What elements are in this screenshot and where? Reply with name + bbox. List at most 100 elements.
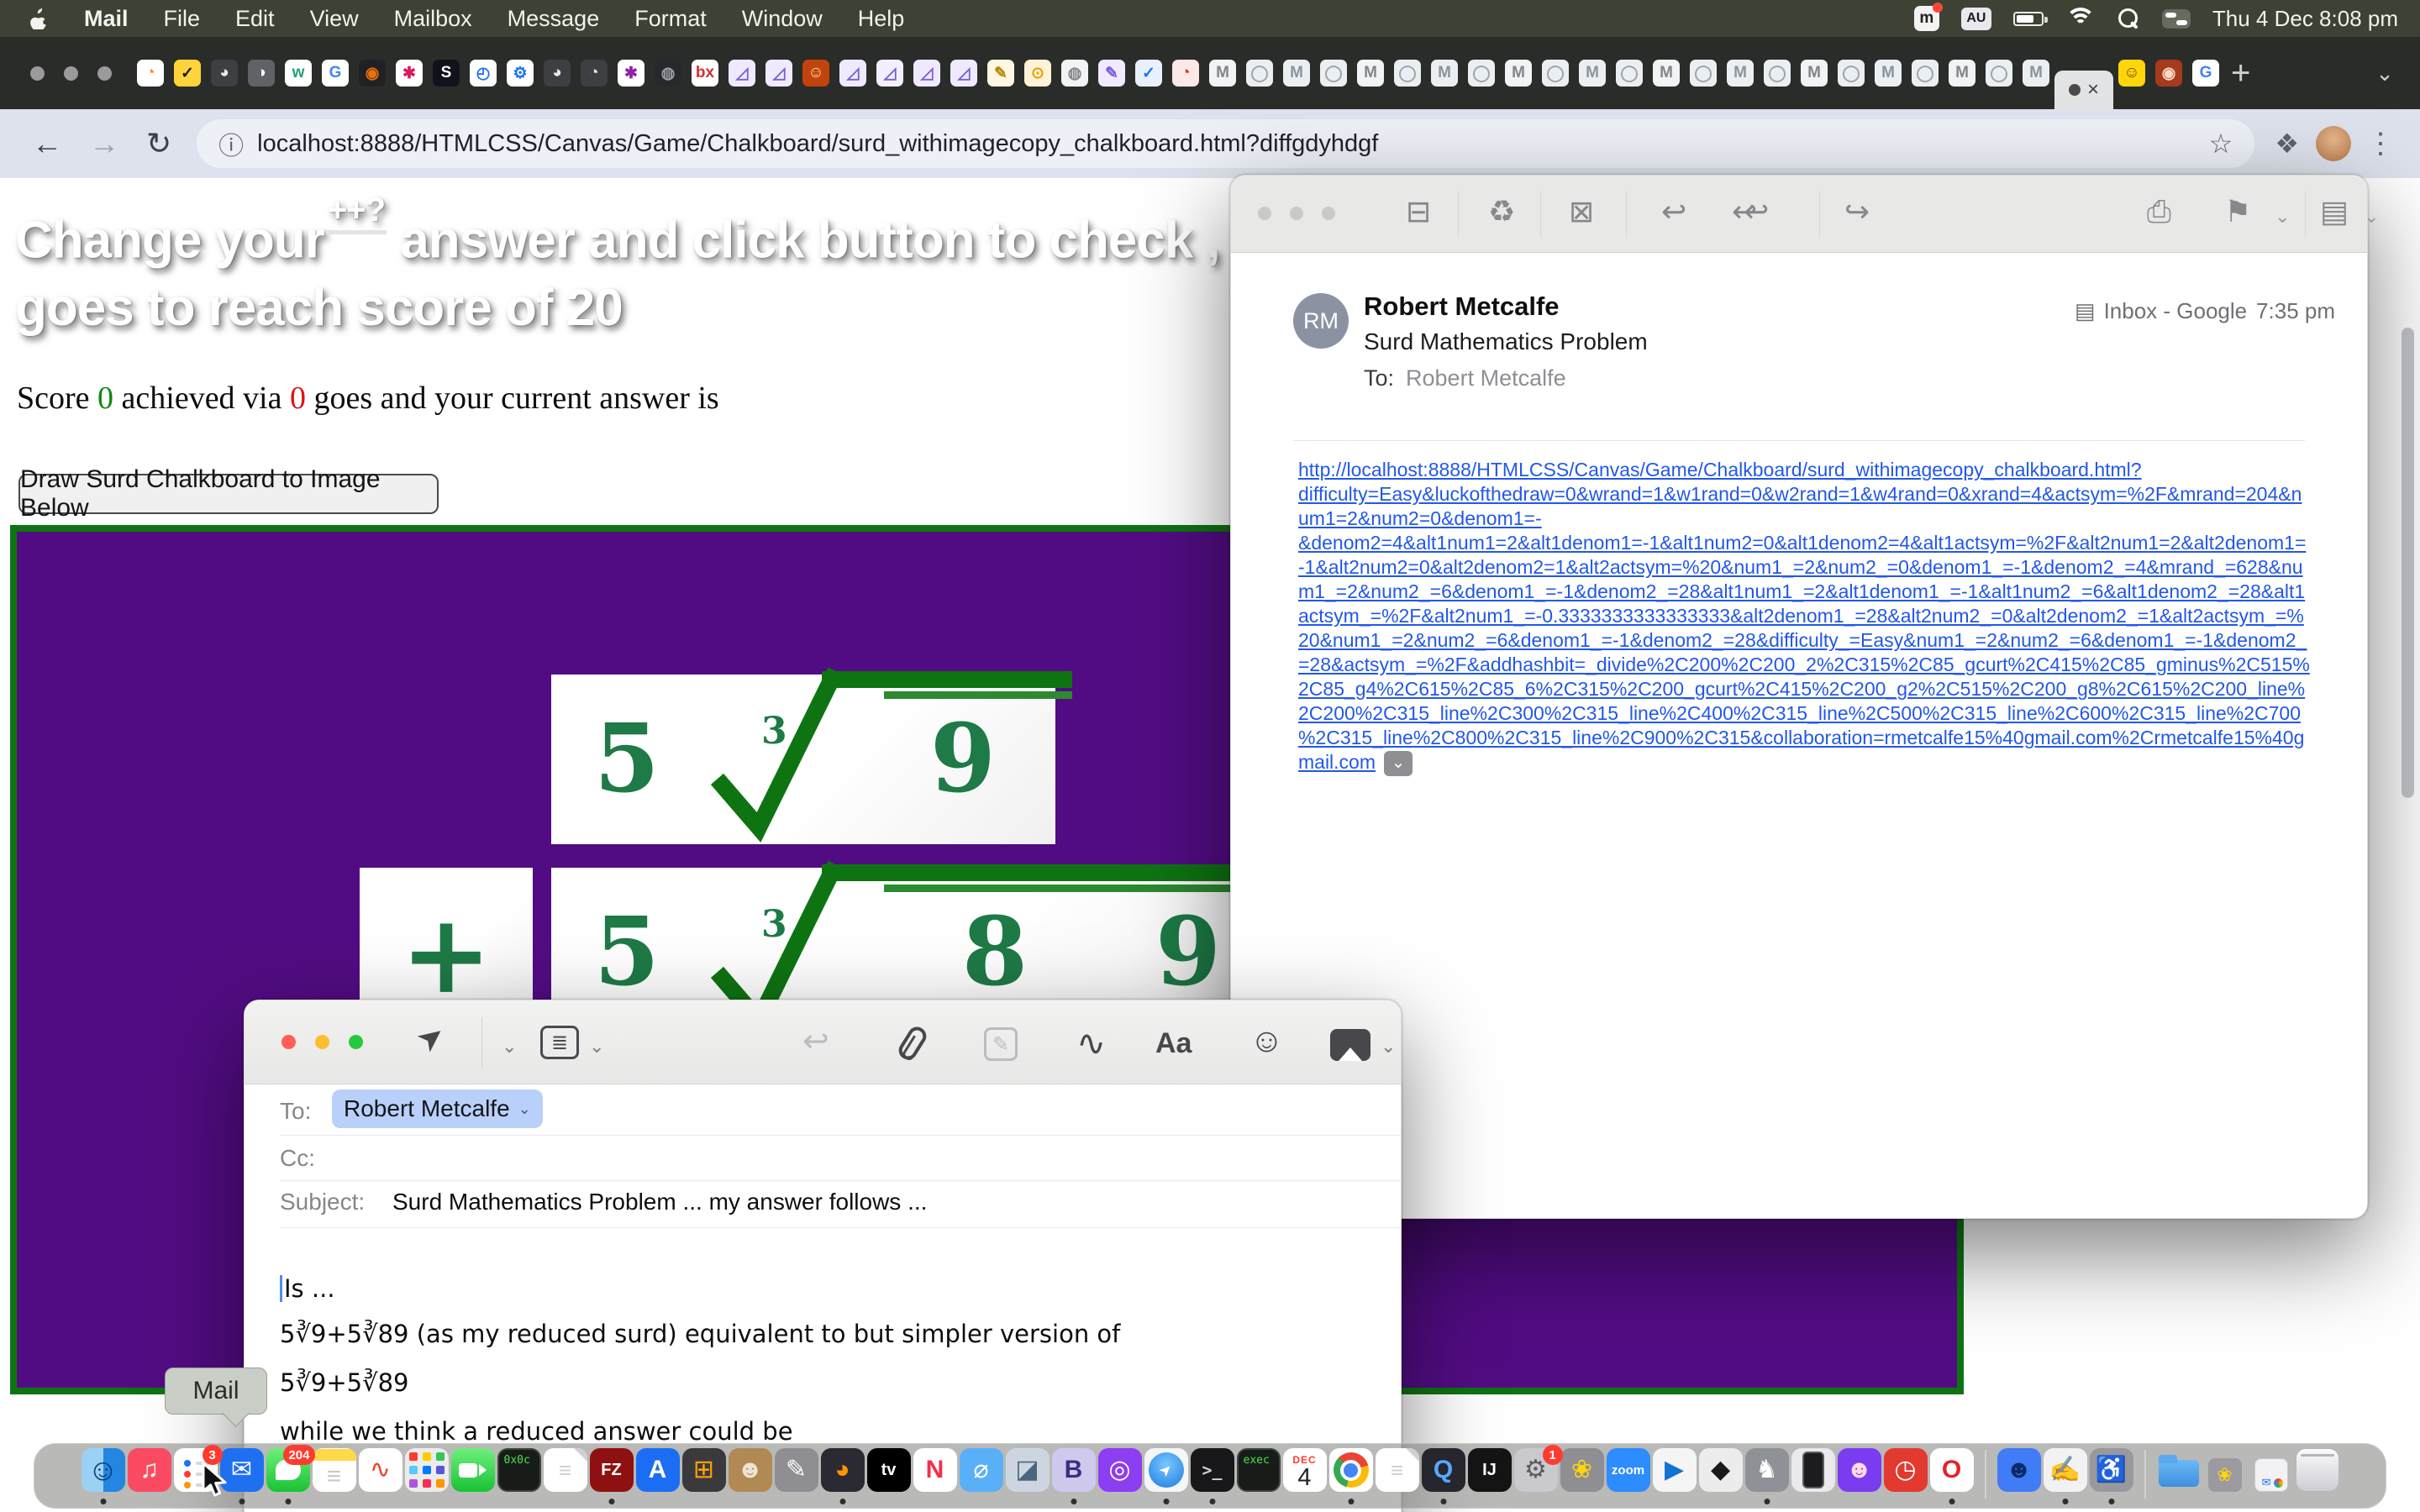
email-link-line[interactable]: 2C200%2C315_line%2C300%2C315_line%2C400%… <box>1298 701 2349 726</box>
dock-messages[interactable]: 204 <box>266 1448 310 1507</box>
close-button[interactable] <box>1258 207 1271 220</box>
reply-all-icon[interactable]: ↩↩ <box>1732 194 1755 229</box>
send-icon[interactable]: ➤ <box>418 1019 445 1057</box>
menu-item-edit[interactable]: Edit <box>235 6 275 32</box>
dock-facetime[interactable] <box>451 1448 495 1507</box>
markup-icon[interactable]: ✎ <box>984 1027 1018 1061</box>
body-line[interactable]: Is ... <box>280 1274 335 1303</box>
browser-tab-favicon[interactable]: M <box>1875 60 1902 87</box>
header-fields-chevron-icon[interactable]: ⌄ <box>589 1036 604 1058</box>
browser-tab-favicon[interactable]: ◯ <box>1394 60 1421 87</box>
email-link-line[interactable]: =28&actsym_=%2F&addhashbit=_divide%2C200… <box>1298 653 2349 677</box>
browser-tab-favicon[interactable]: ◕ <box>544 60 571 87</box>
send-options-chevron-icon[interactable]: ⌄ <box>502 1036 517 1058</box>
dock-accessibility[interactable]: ♿ <box>2090 1448 2133 1507</box>
status-app-icon[interactable]: m <box>1914 6 1939 31</box>
dock-paint-app[interactable]: ❀ <box>1560 1448 1604 1507</box>
photo-browser-icon[interactable] <box>1330 1029 1370 1061</box>
dock-terminal-2[interactable]: exec <box>1237 1448 1281 1507</box>
dock-finder[interactable] <box>82 1448 125 1507</box>
email-link-line[interactable]: 20&num1_=2&num2_=6&denom1_=-1&denom2_=28… <box>1298 628 2349 653</box>
browser-tab-favicon[interactable]: G <box>2192 60 2219 87</box>
email-link-line[interactable]: um1=2&num2=0&denom1=- <box>1298 507 2349 531</box>
flag-chevron-icon[interactable]: ⌄ <box>2275 206 2290 228</box>
wifi-icon[interactable] <box>2065 8 2096 29</box>
browser-tab-favicon[interactable]: ◕ <box>211 60 238 87</box>
browser-tab-favicon[interactable]: ◯ <box>1912 60 1939 87</box>
browser-tab-favicon[interactable]: M <box>2023 60 2049 87</box>
url-text[interactable]: localhost:8888/HTMLCSS/Canvas/Game/Chalk… <box>257 130 2195 158</box>
dock-chrome[interactable] <box>1329 1448 1373 1507</box>
dock-gimp[interactable]: ✎ <box>775 1448 818 1507</box>
dock-quicktime[interactable]: Q <box>1422 1448 1465 1507</box>
dock-filezilla[interactable]: FZ <box>590 1448 634 1507</box>
dock-graph-app[interactable]: ∿ <box>359 1448 402 1507</box>
dock-iterm[interactable]: >_ <box>1191 1448 1234 1507</box>
browser-tab-favicon[interactable]: M <box>1727 60 1754 87</box>
close-button[interactable] <box>281 1035 296 1049</box>
browser-tab-favicon[interactable]: ◉ <box>2155 60 2182 87</box>
battery-icon[interactable] <box>2013 12 2044 26</box>
browser-tab-favicon[interactable]: ⊙ <box>1024 60 1051 87</box>
collapse-quoted-button[interactable]: ⌄ <box>1384 751 1413 776</box>
dock-pages-doc[interactable] <box>1376 1448 1419 1507</box>
dock-calendar[interactable]: DEC4 <box>1283 1448 1327 1507</box>
reply-icon[interactable]: ↩ <box>1661 194 1686 229</box>
print-icon[interactable]: ⎙ <box>2147 194 2171 230</box>
dock-settings[interactable]: ⚙1 <box>1514 1448 1558 1507</box>
dock-iphone-mirroring[interactable] <box>1791 1448 1835 1507</box>
browser-tab-favicon[interactable]: ☺ <box>802 60 829 87</box>
email-link-line[interactable]: -1&alt2num2=0&alt2denom2=1&alt2actsym=%2… <box>1298 555 2349 580</box>
forward-icon[interactable]: → <box>89 126 119 161</box>
browser-tab-favicon[interactable]: ◯ <box>1986 60 2012 87</box>
dock-firefox[interactable]: ◕ <box>821 1448 865 1507</box>
email-link-line[interactable]: 2C85_g4%2C615%2C85_6%2C315%2C200_gcurt%2… <box>1298 677 2349 701</box>
email-link-line[interactable]: mail.com⌄ <box>1298 750 2349 776</box>
recipient-token[interactable]: Robert Metcalfe⌄ <box>332 1089 543 1128</box>
flag-icon[interactable]: ⚑ <box>2224 194 2251 229</box>
emoji-icon[interactable]: ☺ <box>1249 1022 1284 1060</box>
format-icon[interactable]: Aa <box>1155 1027 1192 1060</box>
email-link-line[interactable]: http://localhost:8888/HTMLCSS/Canvas/Gam… <box>1298 458 2349 482</box>
browser-tab-favicon[interactable]: ✱ <box>396 60 423 87</box>
browser-tab-favicon[interactable]: ◿ <box>913 60 940 87</box>
dock-freeform[interactable]: ✍ <box>2044 1448 2087 1507</box>
browser-tab-favicon[interactable]: ◯ <box>1542 60 1569 87</box>
email-link-line[interactable]: %2C315_line%2C800%2C315_line%2C900%2C315… <box>1298 726 2349 750</box>
apple-logo-icon[interactable] <box>29 8 49 29</box>
body-line[interactable]: 5∛9+5∛89 (as my reduced surd) equivalent… <box>280 1320 1120 1348</box>
dock-bbedit[interactable]: B <box>1052 1448 1096 1507</box>
menu-item-message[interactable]: Message <box>508 6 600 32</box>
body-line[interactable]: while we think a reduced answer could be <box>280 1417 793 1446</box>
menu-item-format[interactable]: Format <box>634 6 707 32</box>
email-link-line[interactable]: actsym_=%2F&alt2num1_=-0.333333333333333… <box>1298 604 2349 628</box>
dock-app-store[interactable]: A <box>636 1448 680 1507</box>
browser-tab-favicon[interactable]: ✓ <box>1135 60 1162 87</box>
address-bar[interactable]: ⓘ localhost:8888/HTMLCSS/Canvas/Game/Cha… <box>197 119 2254 168</box>
header-fields-icon[interactable]: ≣ <box>540 1026 579 1059</box>
dock-contacts[interactable]: ☻ <box>729 1448 772 1507</box>
attachment-icon[interactable] <box>896 1023 930 1063</box>
browser-tab-favicon[interactable]: ◿ <box>729 60 755 87</box>
dock-downloads-folder[interactable] <box>2157 1448 2201 1507</box>
dock-speedtest[interactable]: ◷ <box>1884 1448 1928 1507</box>
browser-tab-favicon[interactable]: ◍ <box>1061 60 1088 87</box>
dock-intellij[interactable]: IJ <box>1468 1448 1512 1507</box>
scribble-icon[interactable]: ∿ <box>1076 1022 1106 1063</box>
browser-tab-favicon[interactable]: ◔ <box>137 60 164 87</box>
control-center-icon[interactable] <box>2162 9 2191 29</box>
subject-value[interactable]: Surd Mathematics Problem ... my answer f… <box>392 1189 927 1215</box>
menu-item-help[interactable]: Help <box>858 6 905 32</box>
dock-kdenlive[interactable]: ▶ <box>1653 1448 1697 1507</box>
menu-item-mail[interactable]: Mail <box>84 6 129 32</box>
browser-tab-favicon[interactable]: M <box>1357 60 1384 87</box>
menu-item-file[interactable]: File <box>164 6 201 32</box>
close-button[interactable] <box>30 66 45 81</box>
browser-tab-favicon[interactable]: ◉ <box>359 60 386 87</box>
dock-opera[interactable]: O <box>1930 1448 1974 1507</box>
browser-tab-favicon[interactable]: G <box>322 60 349 87</box>
browser-tab-favicon[interactable]: ◿ <box>765 60 792 87</box>
body-line[interactable]: 5∛9+5∛89 <box>280 1368 409 1397</box>
email-link-line[interactable]: &denom2=4&alt1num1=2&alt1denom1=-1&alt1n… <box>1298 531 2349 555</box>
browser-tab-favicon[interactable]: ◔ <box>1172 60 1199 87</box>
